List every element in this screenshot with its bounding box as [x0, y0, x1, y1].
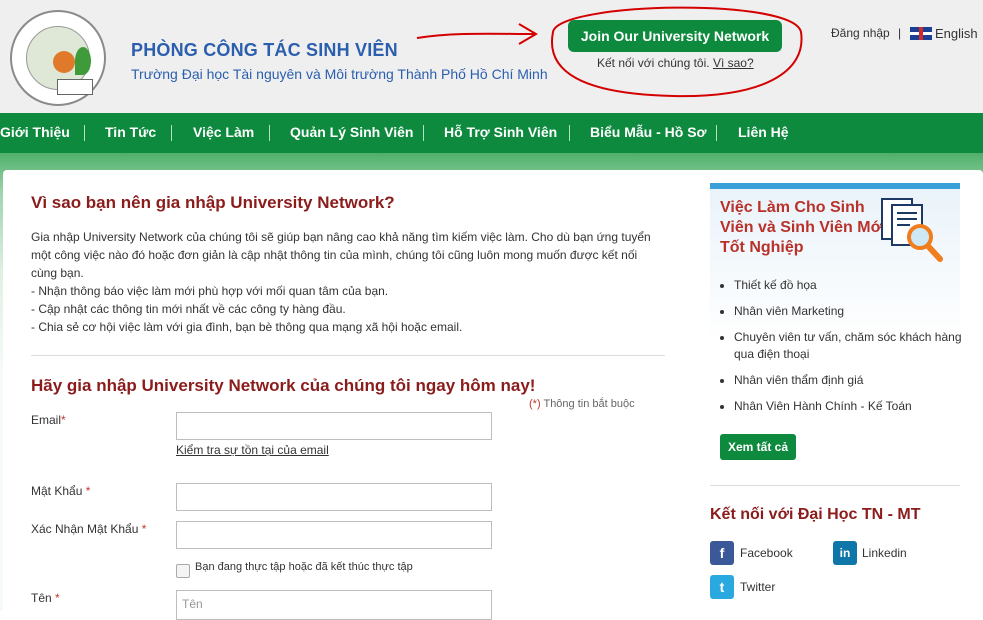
language-link[interactable]: English	[935, 26, 978, 41]
jobs-title[interactable]: Việc Làm Cho Sinh Viên và Sinh Viên Mới …	[720, 198, 890, 258]
job-search-icon	[881, 198, 943, 262]
name-label-text: Tên	[31, 591, 52, 605]
header: PHÒNG CÔNG TÁC SINH VIÊN Trường Đại học …	[0, 0, 983, 113]
main-nav: Giới Thiệu Tin Tức Việc Làm Quản Lý Sinh…	[0, 113, 983, 153]
twitter-icon[interactable]: t	[710, 575, 734, 599]
intern-checkbox-label: Bạn đang thực tập hoặc đã kết thúc thực …	[195, 561, 413, 573]
required-star: *	[55, 591, 60, 605]
site-title[interactable]: PHÒNG CÔNG TÁC SINH VIÊN	[131, 40, 398, 61]
nav-divider	[84, 125, 85, 141]
logo-book-shape	[57, 79, 93, 95]
university-logo[interactable]	[10, 10, 106, 106]
required-text: Thông tin bắt buộc	[543, 398, 635, 410]
nav-item-gioi-thieu[interactable]: Giới Thiệu	[0, 113, 70, 153]
name-field[interactable]: Tên	[176, 590, 492, 620]
name-label: Tên *	[31, 591, 60, 605]
logo-sun-shape	[53, 51, 75, 73]
nav-item-lien-he[interactable]: Liên Hệ	[738, 113, 789, 153]
job-item[interactable]: Thiết kế đồ họa	[734, 277, 964, 294]
benefit-item: - Cập nhật các thông tin mới nhất về các…	[31, 302, 346, 316]
site-subtitle: Trường Đại học Tài nguyên và Môi trường …	[131, 66, 548, 82]
job-item[interactable]: Nhân viên thẩm định giá	[734, 372, 964, 389]
intern-checkbox[interactable]	[176, 564, 190, 578]
confirm-password-field[interactable]	[176, 521, 492, 549]
nav-item-ho-tro-sinh-vien[interactable]: Hỗ Trợ Sinh Viên	[444, 113, 557, 153]
confirm-password-label: Xác Nhận Mật Khẩu *	[31, 522, 146, 536]
connect-text: Kết nối với chúng tôi.	[597, 56, 710, 70]
facebook-link[interactable]: Facebook	[740, 546, 793, 560]
email-field[interactable]	[176, 412, 492, 440]
view-all-button[interactable]: Xem tất cả	[720, 434, 796, 460]
password-field[interactable]	[176, 483, 492, 511]
intro-paragraph: Gia nhập University Network của chúng tô…	[31, 228, 661, 336]
job-item[interactable]: Nhân viên Marketing	[734, 303, 964, 320]
check-email-link[interactable]: Kiểm tra sự tồn tại của email	[176, 443, 329, 457]
linkedin-link[interactable]: Linkedin	[862, 546, 907, 560]
email-label-text: Email	[31, 413, 62, 427]
required-star: *	[85, 484, 91, 498]
nav-item-tin-tuc[interactable]: Tin Tức	[105, 113, 156, 153]
benefit-item: - Nhận thông báo việc làm mới phù hợp vớ…	[31, 284, 389, 298]
required-note: (*) Thông tin bắt buộc	[529, 398, 635, 410]
logo-leaf-shape	[75, 47, 91, 75]
job-item[interactable]: Nhân Viên Hành Chính - Kế Toán	[734, 398, 964, 415]
connect-heading: Kết nối với Đại Học TN - MT	[710, 506, 921, 523]
why-heading: Vì sao bạn nên gia nhập University Netwo…	[31, 193, 395, 212]
linkedin-icon[interactable]: in	[833, 541, 857, 565]
nav-divider	[423, 125, 424, 141]
email-label: Email*	[31, 413, 66, 427]
nav-item-quan-ly-sinh-vien[interactable]: Quản Lý Sinh Viên	[290, 113, 413, 153]
connect-note: Kết nối với chúng tôi. Vì sao?	[597, 56, 754, 70]
logo-emblem	[26, 26, 93, 95]
password-label: Mật Khẩu *	[31, 484, 90, 498]
divider	[31, 355, 665, 356]
join-heading: Hãy gia nhập University Network của chún…	[31, 376, 536, 395]
nav-divider	[716, 125, 717, 141]
nav-divider	[569, 125, 570, 141]
benefit-item: - Chia sẻ cơ hội việc làm với gia đình, …	[31, 320, 463, 334]
nav-divider	[171, 125, 172, 141]
uk-flag-icon[interactable]	[910, 27, 932, 40]
jobs-list: Thiết kế đồ họa Nhân viên Marketing Chuy…	[720, 277, 964, 424]
login-link[interactable]: Đăng nhập	[831, 26, 890, 40]
why-link[interactable]: Vì sao?	[713, 56, 754, 70]
jobs-box: Việc Làm Cho Sinh Viên và Sinh Viên Mới …	[710, 183, 962, 469]
nav-item-viec-lam[interactable]: Việc Làm	[193, 113, 254, 153]
intro-text: Gia nhập University Network của chúng tô…	[31, 230, 651, 280]
password-label-text: Mật Khẩu	[31, 484, 83, 498]
nav-item-bieu-mau-ho-so[interactable]: Biểu Mẫu - Hồ Sơ	[590, 113, 707, 153]
facebook-icon[interactable]: f	[710, 541, 734, 565]
sidebar-divider	[710, 485, 960, 486]
nav-divider	[269, 125, 270, 141]
header-separator: |	[898, 26, 902, 40]
job-item[interactable]: Chuyên viên tư vấn, chăm sóc khách hàng …	[734, 329, 964, 363]
annotation-circle	[550, 6, 803, 98]
confirm-label-text: Xác Nhận Mật Khẩu	[31, 522, 139, 536]
required-star: (*)	[529, 398, 541, 410]
required-star: *	[61, 413, 66, 427]
required-star: *	[141, 522, 147, 536]
annotation-arrow	[416, 23, 538, 45]
twitter-link[interactable]: Twitter	[740, 580, 775, 594]
join-network-button[interactable]: Join Our University Network	[568, 20, 782, 52]
